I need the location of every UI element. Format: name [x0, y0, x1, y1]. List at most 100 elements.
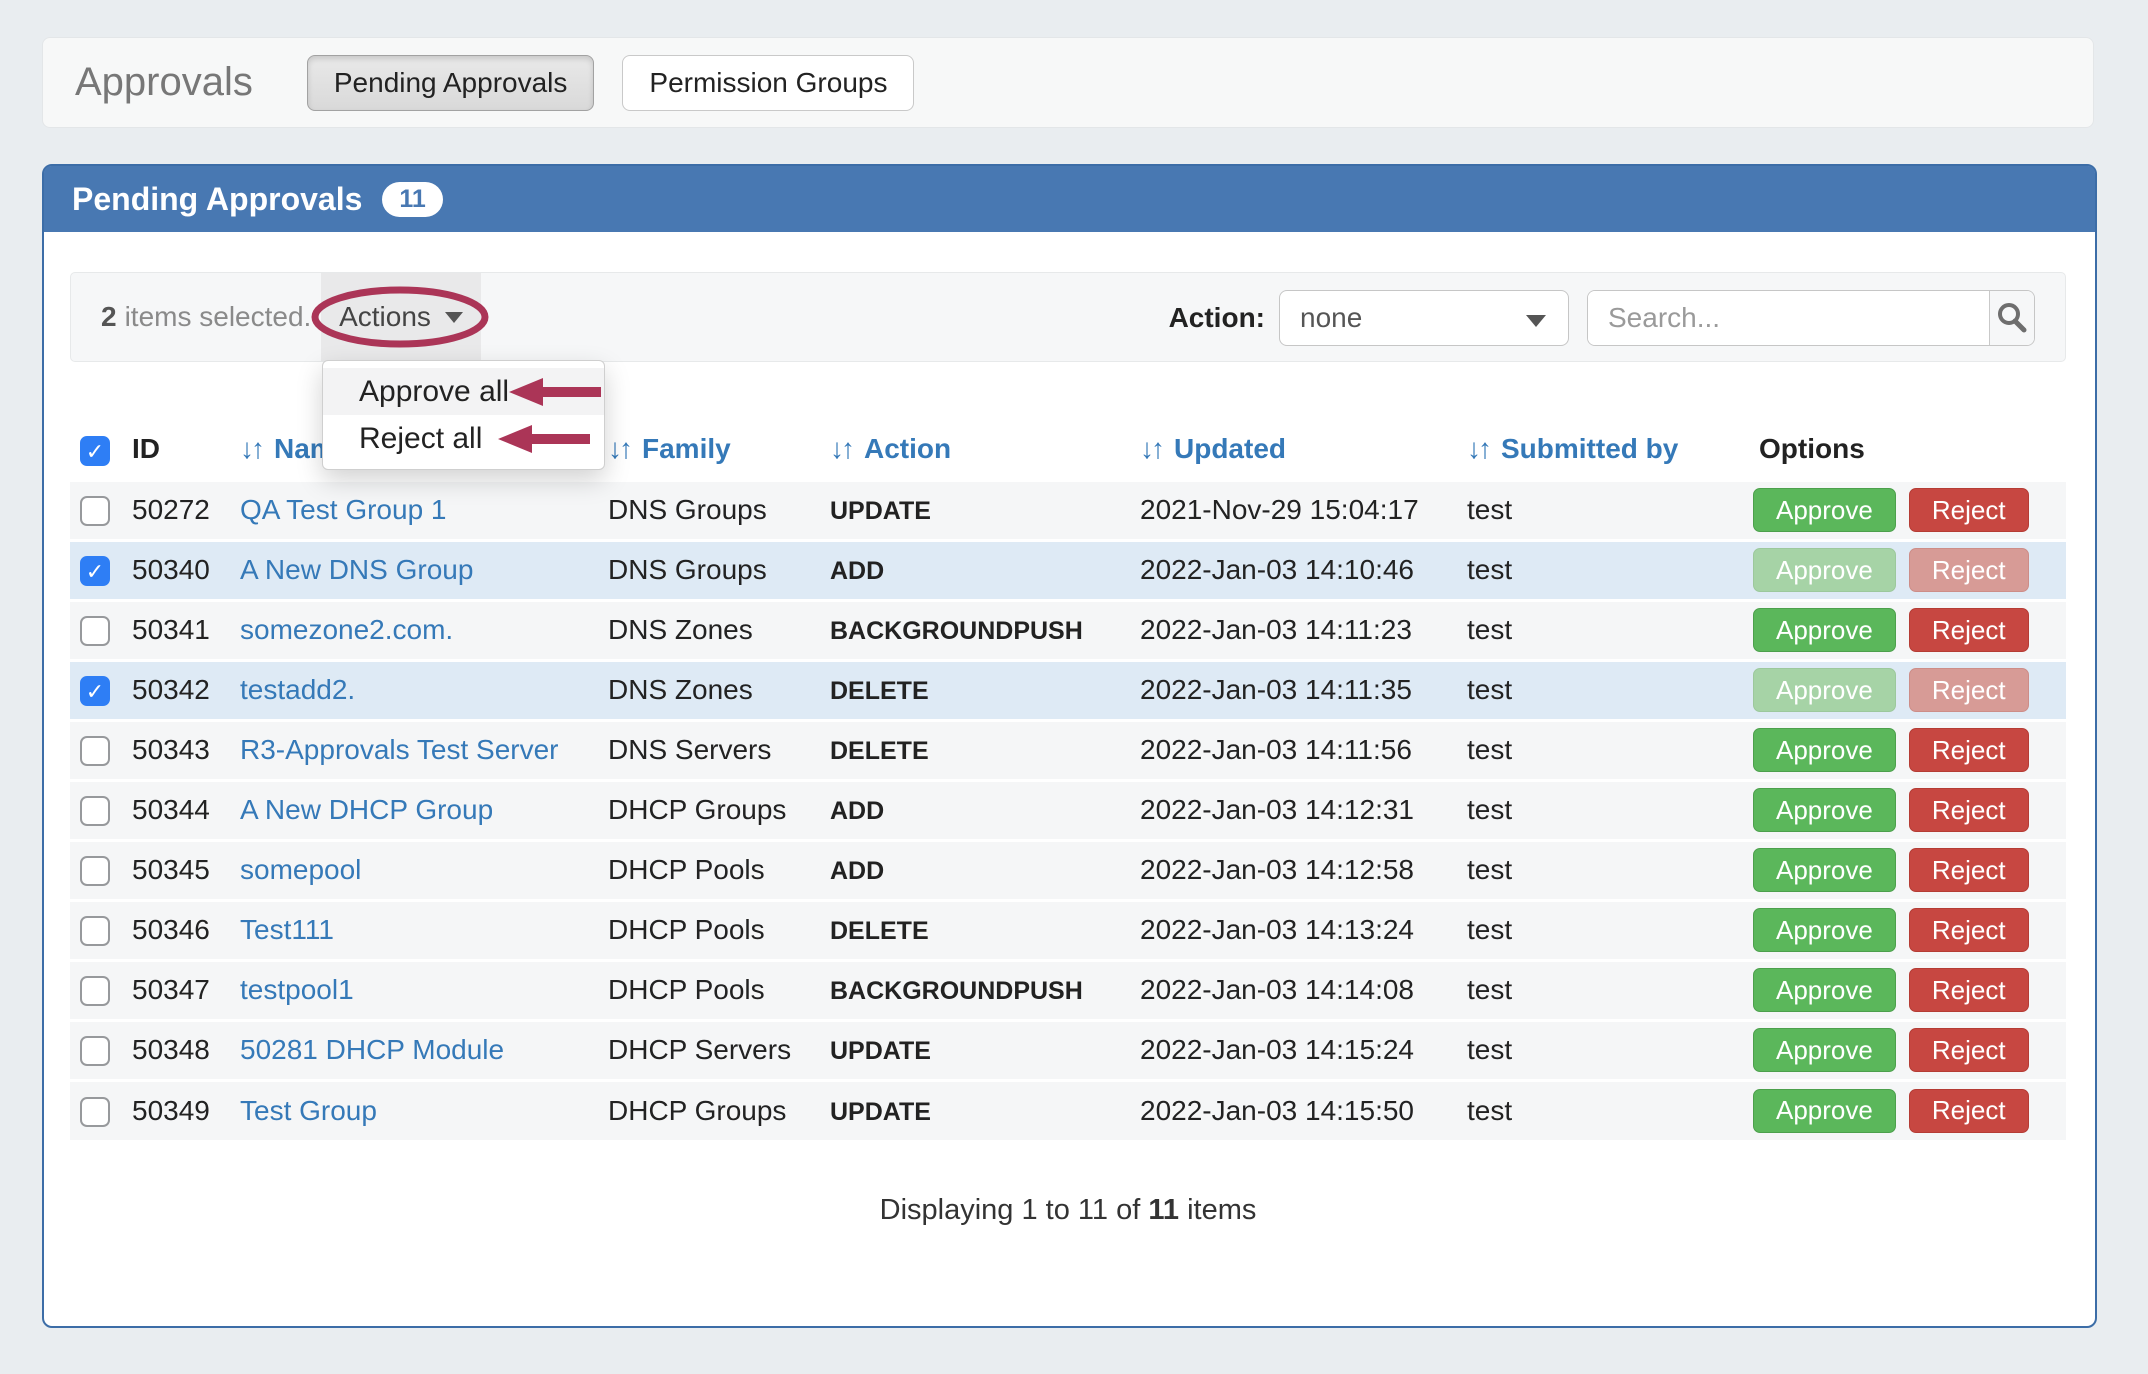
- selected-items-info: 2 items selected.: [101, 273, 311, 361]
- row-submitted-by-cell: test: [1463, 840, 1753, 900]
- approve-button[interactable]: Approve: [1753, 728, 1896, 772]
- approve-button[interactable]: Approve: [1753, 848, 1896, 892]
- menu-item-reject-all[interactable]: Reject all: [323, 415, 604, 462]
- row-id-cell: 50344: [126, 780, 236, 840]
- column-header-options: Options: [1753, 420, 2066, 480]
- table-row: 5034850281 DHCP ModuleDHCP ServersUPDATE…: [70, 1020, 2066, 1080]
- actions-dropdown-menu: Approve all Reject all: [322, 360, 605, 470]
- column-header-family[interactable]: ↓↑Family: [604, 420, 826, 480]
- approve-button[interactable]: Approve: [1753, 1028, 1896, 1072]
- row-name-link-cell: 50281 DHCP Module: [236, 1020, 604, 1080]
- table-row: 50344A New DHCP GroupDHCP GroupsADD2022-…: [70, 780, 2066, 840]
- row-checkbox[interactable]: [80, 796, 110, 826]
- summary-prefix: Displaying 1 to 11 of: [880, 1194, 1141, 1226]
- reject-button[interactable]: Reject: [1909, 848, 2029, 892]
- tab-permission-groups[interactable]: Permission Groups: [622, 55, 914, 111]
- actions-dropdown-button[interactable]: Actions: [321, 273, 481, 361]
- reject-button[interactable]: Reject: [1909, 908, 2029, 952]
- reject-button[interactable]: Reject: [1909, 728, 2029, 772]
- row-name-link[interactable]: A New DNS Group: [240, 554, 473, 585]
- row-family-cell: DHCP Pools: [604, 960, 826, 1020]
- select-all-checkbox[interactable]: ✓: [80, 436, 110, 466]
- reject-button[interactable]: Reject: [1909, 1089, 2029, 1133]
- reject-button[interactable]: Reject: [1909, 668, 2029, 712]
- column-header-updated[interactable]: ↓↑Updated: [1136, 420, 1463, 480]
- table-row: ✓50342testadd2.DNS ZonesDELETE2022-Jan-0…: [70, 660, 2066, 720]
- approve-button[interactable]: Approve: [1753, 788, 1896, 832]
- row-options-cell: Approve Reject: [1753, 600, 2066, 660]
- row-checkbox[interactable]: [80, 1036, 110, 1066]
- search-button[interactable]: [1989, 291, 2034, 345]
- row-action: DELETE: [830, 737, 929, 765]
- row-checkbox[interactable]: [80, 856, 110, 886]
- row-family-cell: DNS Groups: [604, 480, 826, 540]
- row-checkbox[interactable]: [80, 1097, 110, 1127]
- row-checkbox[interactable]: [80, 736, 110, 766]
- row-updated: 2022-Jan-03 14:11:56: [1140, 734, 1412, 765]
- row-family: DHCP Pools: [608, 974, 765, 1005]
- reject-button[interactable]: Reject: [1909, 548, 2029, 592]
- row-submitted-by-cell: test: [1463, 1080, 1753, 1140]
- row-submitted-by-cell: test: [1463, 1020, 1753, 1080]
- menu-item-approve-all[interactable]: Approve all: [323, 368, 604, 415]
- approve-button[interactable]: Approve: [1753, 488, 1896, 532]
- row-checkbox[interactable]: [80, 496, 110, 526]
- row-checkbox-cell: [70, 480, 126, 540]
- row-name-link[interactable]: testadd2.: [240, 674, 355, 705]
- row-updated-cell: 2022-Jan-03 14:12:58: [1136, 840, 1463, 900]
- column-header-submitted-by[interactable]: ↓↑Submitted by: [1463, 420, 1753, 480]
- reject-button[interactable]: Reject: [1909, 968, 2029, 1012]
- reject-button[interactable]: Reject: [1909, 1028, 2029, 1072]
- row-updated: 2022-Jan-03 14:11:35: [1140, 674, 1412, 705]
- row-action-cell: BACKGROUNDPUSH: [826, 600, 1136, 660]
- row-options-cell: Approve Reject: [1753, 660, 2066, 720]
- table-row: 50345somepoolDHCP PoolsADD2022-Jan-03 14…: [70, 840, 2066, 900]
- search-input[interactable]: [1588, 291, 1989, 345]
- sort-icon: ↓↑: [830, 433, 852, 464]
- row-checkbox[interactable]: ✓: [80, 556, 110, 586]
- tab-pending-approvals[interactable]: Pending Approvals: [307, 55, 595, 111]
- row-checkbox[interactable]: [80, 616, 110, 646]
- row-name-link[interactable]: somezone2.com.: [240, 614, 453, 645]
- row-checkbox[interactable]: [80, 976, 110, 1006]
- row-name-link[interactable]: Test111: [240, 914, 334, 945]
- action-select[interactable]: none: [1279, 290, 1569, 346]
- row-updated: 2021-Nov-29 15:04:17: [1140, 494, 1419, 525]
- row-name-link[interactable]: 50281 DHCP Module: [240, 1034, 504, 1065]
- row-action-cell: BACKGROUNDPUSH: [826, 960, 1136, 1020]
- column-header-action[interactable]: ↓↑Action: [826, 420, 1136, 480]
- menu-item-label: Approve all: [359, 375, 509, 409]
- row-action-cell: UPDATE: [826, 1020, 1136, 1080]
- approve-button[interactable]: Approve: [1753, 908, 1896, 952]
- approve-button[interactable]: Approve: [1753, 1089, 1896, 1133]
- row-id: 50344: [132, 794, 210, 825]
- row-updated: 2022-Jan-03 14:12:31: [1140, 794, 1414, 825]
- row-submitted-by-cell: test: [1463, 540, 1753, 600]
- menu-item-label: Reject all: [359, 422, 482, 456]
- row-submitted-by-cell: test: [1463, 480, 1753, 540]
- row-name-link[interactable]: somepool: [240, 854, 361, 885]
- row-name-link[interactable]: R3-Approvals Test Server: [240, 734, 559, 765]
- check-icon: ✓: [86, 439, 104, 464]
- approve-button[interactable]: Approve: [1753, 968, 1896, 1012]
- row-action: DELETE: [830, 677, 929, 705]
- reject-button[interactable]: Reject: [1909, 488, 2029, 532]
- row-id-cell: 50349: [126, 1080, 236, 1140]
- row-name-link[interactable]: testpool1: [240, 974, 354, 1005]
- reject-button[interactable]: Reject: [1909, 608, 2029, 652]
- row-options-cell: Approve Reject: [1753, 720, 2066, 780]
- row-id: 50340: [132, 554, 210, 585]
- approve-button[interactable]: Approve: [1753, 548, 1896, 592]
- row-updated-cell: 2022-Jan-03 14:11:56: [1136, 720, 1463, 780]
- approve-button[interactable]: Approve: [1753, 608, 1896, 652]
- sort-icon: ↓↑: [240, 433, 262, 464]
- row-id: 50343: [132, 734, 210, 765]
- row-name-link[interactable]: Test Group: [240, 1095, 377, 1126]
- row-checkbox[interactable]: [80, 916, 110, 946]
- table-row: 50343R3-Approvals Test ServerDNS Servers…: [70, 720, 2066, 780]
- approve-button[interactable]: Approve: [1753, 668, 1896, 712]
- row-name-link[interactable]: A New DHCP Group: [240, 794, 493, 825]
- reject-button[interactable]: Reject: [1909, 788, 2029, 832]
- row-checkbox[interactable]: ✓: [80, 676, 110, 706]
- row-name-link[interactable]: QA Test Group 1: [240, 494, 447, 525]
